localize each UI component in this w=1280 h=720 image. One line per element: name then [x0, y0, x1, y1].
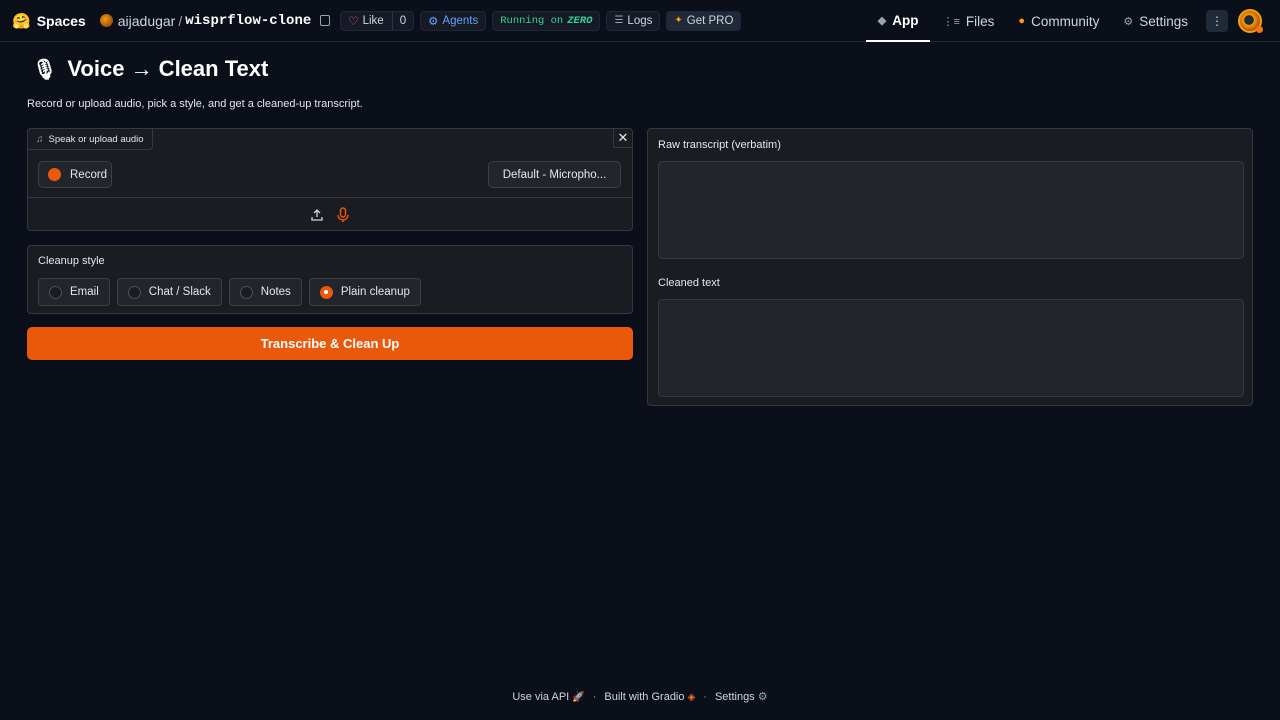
spaces-brand[interactable]: 🤗 Spaces	[12, 12, 86, 30]
robot-icon: ⚙	[428, 15, 439, 28]
tab-label: Settings	[1139, 13, 1188, 29]
microphone-device-select[interactable]: Default - Micropho...	[488, 161, 621, 188]
microphone-source-icon[interactable]	[336, 206, 350, 223]
heart-icon: ♡	[348, 15, 359, 28]
tab-label: Community	[1031, 13, 1100, 29]
microphone-icon: 🎙	[32, 58, 58, 81]
tab-label: Files	[965, 13, 995, 29]
radio-circle-icon	[49, 285, 62, 299]
owner-avatar-icon	[99, 14, 113, 27]
radio-label: Email	[70, 286, 99, 298]
space-tabs: ◆ App ⋮≡ Files ● Community ⚙ Settings ⋮	[865, 0, 1280, 42]
footer-settings-link[interactable]: Settings ⚙	[715, 690, 768, 703]
repo-name-link[interactable]: wisprflow-clone	[185, 13, 311, 29]
built-with-gradio-link[interactable]: Built with Gradio ◈	[604, 691, 695, 703]
record-label: Record	[70, 168, 108, 181]
cleaned-text-label: Cleaned text	[658, 277, 720, 289]
gradio-logo-icon: ◈	[687, 691, 696, 703]
running-label: Running on	[500, 14, 564, 27]
footer-separator: ·	[592, 690, 597, 703]
radio-circle-icon	[127, 285, 141, 299]
cleaned-text-textbox[interactable]	[658, 299, 1244, 397]
music-note-icon: ♫	[36, 133, 44, 145]
audio-label-text: Speak or upload audio	[48, 133, 144, 145]
top-navbar: 🤗 Spaces aijadugar / wisprflow-clone ♡ L…	[0, 0, 1280, 42]
transcribe-clean-button[interactable]: Transcribe & Clean Up	[27, 327, 633, 360]
like-count: 0	[391, 11, 413, 30]
record-button[interactable]: Record	[38, 161, 112, 188]
cleanup-style-panel: Cleanup style Email Chat / Slack Notes P…	[27, 245, 633, 314]
output-panel: Raw transcript (verbatim) Cleaned text	[647, 128, 1253, 406]
audio-source-bar	[28, 197, 632, 231]
use-via-api-link[interactable]: Use via API 🚀	[512, 691, 584, 703]
audio-input-panel: ♫ Speak or upload audio ✕ Record Default…	[27, 128, 633, 231]
hardware-label: ZERO	[567, 14, 593, 27]
built-label: Built with Gradio	[604, 690, 685, 703]
tab-label: App	[892, 12, 919, 28]
audio-input-label: ♫ Speak or upload audio	[27, 128, 153, 150]
hugging-face-icon: 🤗	[12, 12, 31, 30]
agents-button[interactable]: ⚙ Agents	[420, 10, 487, 31]
logs-label: Logs	[627, 14, 653, 27]
raw-transcript-label: Raw transcript (verbatim)	[658, 139, 781, 151]
breadcrumb-separator: /	[178, 12, 183, 29]
community-icon: ●	[1018, 15, 1026, 27]
more-options-icon[interactable]: ⋮	[1206, 10, 1228, 32]
cube-icon: ◆	[877, 14, 887, 27]
files-icon: ⋮≡	[942, 15, 960, 28]
radio-label: Plain cleanup	[340, 286, 410, 298]
tab-app[interactable]: ◆ App	[865, 0, 931, 42]
radio-label: Notes	[260, 286, 291, 298]
record-dot-icon	[48, 168, 61, 181]
user-avatar[interactable]	[1238, 9, 1263, 33]
tab-community[interactable]: ● Community	[1006, 0, 1111, 42]
pro-label: Get PRO	[686, 14, 734, 27]
tab-files[interactable]: ⋮≡ Files	[930, 0, 1006, 42]
rocket-icon: 🚀	[572, 691, 585, 703]
repo-breadcrumb: aijadugar / wisprflow-clone	[99, 12, 331, 29]
like-button[interactable]: ♡ Like 0	[340, 10, 415, 31]
upload-icon[interactable]	[310, 208, 324, 222]
gradio-footer: Use via API 🚀 · Built with Gradio ◈ · Se…	[0, 690, 1280, 704]
brand-label: Spaces	[36, 12, 86, 29]
api-label: Use via API	[512, 690, 570, 703]
radio-notes[interactable]: Notes	[228, 278, 302, 306]
logs-icon: ☰	[614, 15, 624, 26]
agents-label: Agents	[442, 14, 479, 27]
footer-separator: ·	[703, 690, 707, 703]
cleanup-style-radio-group: Email Chat / Slack Notes Plain cleanup	[38, 278, 421, 306]
radio-circle-icon	[239, 285, 253, 299]
radio-plain-cleanup[interactable]: Plain cleanup	[308, 278, 421, 306]
raw-transcript-textbox[interactable]	[658, 161, 1244, 259]
running-status-badge[interactable]: Running on ZERO	[492, 10, 601, 31]
copy-icon[interactable]	[320, 15, 331, 26]
tab-settings[interactable]: ⚙ Settings	[1111, 0, 1200, 42]
get-pro-button[interactable]: ✦ Get PRO	[666, 10, 742, 31]
gear-icon: ⚙	[1123, 15, 1134, 28]
clear-audio-close-icon[interactable]: ✕	[613, 129, 632, 148]
radio-label: Chat / Slack	[148, 286, 211, 298]
page-description: Record or upload audio, pick a style, an…	[27, 98, 363, 110]
page-title-text: Voice → Clean Text	[67, 56, 269, 81]
sparkle-icon: ✦	[674, 15, 683, 26]
owner-link[interactable]: aijadugar	[118, 13, 176, 29]
cleanup-style-label: Cleanup style	[38, 255, 105, 267]
page-title: 🎙 Voice → Clean Text	[32, 56, 268, 82]
radio-selected-icon	[319, 285, 333, 299]
gear-icon: ⚙	[757, 691, 768, 703]
logs-button[interactable]: ☰ Logs	[606, 10, 661, 31]
radio-email[interactable]: Email	[38, 278, 110, 306]
like-label: Like	[362, 14, 384, 27]
settings-label: Settings	[714, 691, 755, 703]
radio-chat-slack[interactable]: Chat / Slack	[116, 278, 222, 306]
